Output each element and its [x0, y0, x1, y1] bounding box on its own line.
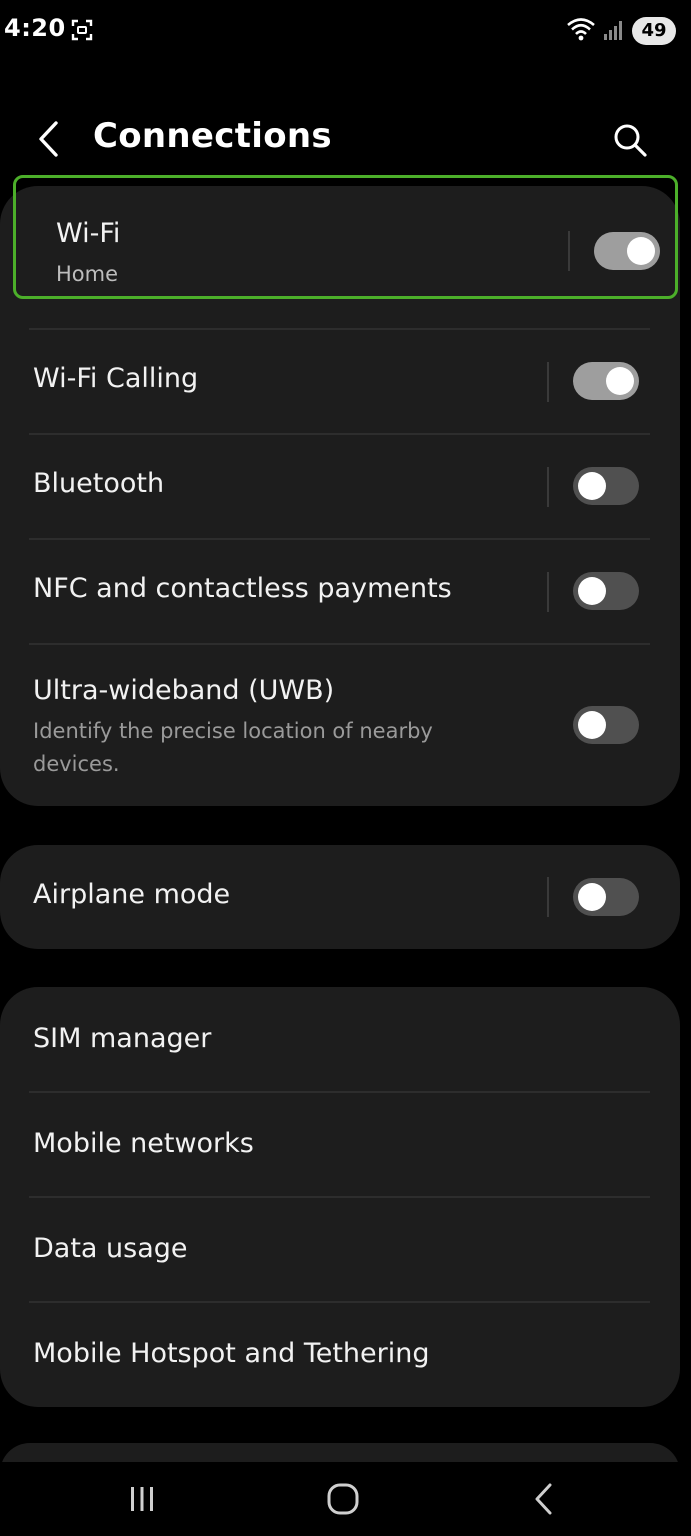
airplane-card: Airplane mode	[0, 845, 680, 949]
status-time: 4:20	[4, 14, 66, 42]
nfc-separator	[547, 572, 549, 612]
home-button[interactable]	[313, 1474, 373, 1524]
bluetooth-toggle[interactable]	[573, 467, 639, 505]
airplane-row[interactable]: Airplane mode	[0, 845, 680, 949]
uwb-description: Identify the precise location of nearby …	[33, 719, 433, 776]
sim-manager-row[interactable]: SIM manager	[0, 987, 680, 1091]
data-usage-label: Data usage	[33, 1233, 188, 1264]
nfc-label: NFC and contactless payments	[33, 573, 452, 604]
hotspot-row[interactable]: Mobile Hotspot and Tethering	[0, 1303, 680, 1407]
uwb-toggle[interactable]	[573, 706, 639, 744]
wifi-row-highlight	[13, 175, 678, 299]
uwb-row[interactable]: Ultra-wideband (UWB) Identify the precis…	[0, 645, 680, 806]
battery-icon: 49	[632, 17, 676, 45]
sim-manager-label: SIM manager	[33, 1023, 212, 1054]
search-icon	[614, 124, 647, 157]
hotspot-label: Mobile Hotspot and Tethering	[33, 1338, 430, 1369]
network-card: SIM manager Mobile networks Data usage M…	[0, 987, 680, 1407]
bluetooth-separator	[547, 467, 549, 507]
page-title: Connections	[93, 116, 332, 156]
search-button[interactable]	[606, 116, 654, 164]
app-header: Connections	[0, 100, 691, 180]
wifi-calling-row[interactable]: Wi-Fi Calling	[0, 330, 680, 434]
data-usage-row[interactable]: Data usage	[0, 1198, 680, 1302]
nav-back-button[interactable]	[514, 1474, 574, 1524]
wifi-icon	[566, 16, 596, 42]
wifi-calling-label: Wi-Fi Calling	[33, 363, 199, 394]
wifi-calling-toggle[interactable]	[573, 362, 639, 400]
status-bar: 4:20 49	[0, 0, 691, 62]
airplane-label: Airplane mode	[33, 879, 231, 910]
back-button[interactable]	[26, 116, 70, 162]
uwb-label: Ultra-wideband (UWB)	[33, 675, 335, 706]
navigation-bar	[0, 1462, 691, 1536]
airplane-toggle[interactable]	[573, 878, 639, 916]
chevron-left-icon	[39, 121, 58, 157]
nfc-toggle[interactable]	[573, 572, 639, 610]
recent-apps-icon	[131, 1487, 153, 1511]
airplane-separator	[547, 877, 549, 917]
back-icon	[535, 1483, 552, 1515]
bluetooth-label: Bluetooth	[33, 468, 165, 499]
bluetooth-row[interactable]: Bluetooth	[0, 435, 680, 539]
recent-apps-button[interactable]	[112, 1474, 172, 1524]
wifi-calling-separator	[547, 362, 549, 402]
mobile-networks-row[interactable]: Mobile networks	[0, 1093, 680, 1197]
mobile-networks-label: Mobile networks	[33, 1128, 254, 1159]
screenshot-icon	[70, 18, 94, 42]
signal-icon	[602, 18, 626, 42]
home-icon	[327, 1483, 359, 1515]
nfc-row[interactable]: NFC and contactless payments	[0, 540, 680, 644]
